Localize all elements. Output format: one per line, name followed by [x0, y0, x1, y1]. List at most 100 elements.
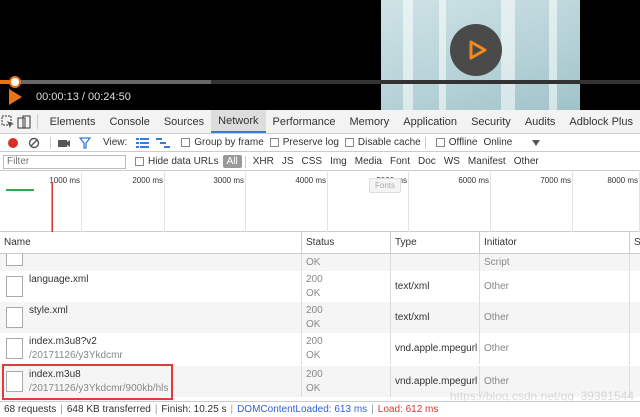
table-row[interactable]: language.xml 200 OK text/xml Other: [0, 271, 640, 302]
table-row[interactable]: style.xml 200 OK text/xml Other: [0, 302, 640, 333]
timeline-gridline: 4000 ms: [295, 172, 328, 232]
tab-performance[interactable]: Performance: [266, 110, 343, 133]
initiator-cell: Other: [479, 271, 629, 302]
network-toolbar: View: Group by frame Preserve log Disabl…: [0, 134, 640, 152]
device-toolbar-icon[interactable]: [16, 110, 32, 133]
file-icon: [6, 254, 23, 266]
chevron-down-icon[interactable]: [532, 139, 541, 146]
status-code: 200: [306, 305, 323, 316]
size-cell: [629, 302, 640, 333]
capture-screenshots-button[interactable]: [55, 135, 73, 151]
filter-type-ws[interactable]: WS: [440, 156, 464, 167]
tab-audits[interactable]: Audits: [518, 110, 563, 133]
type-text: text/xml: [395, 312, 430, 323]
filter-type-manifest[interactable]: Manifest: [464, 156, 510, 167]
type-cell: text/xml: [390, 271, 479, 302]
initiator-text: Other: [484, 281, 510, 292]
large-rows-button[interactable]: [133, 135, 151, 151]
size-cell: [629, 254, 640, 271]
status-text: OK: [306, 257, 321, 268]
name-cell: [0, 254, 301, 271]
column-header-name[interactable]: Name: [0, 232, 301, 254]
tab-console[interactable]: Console: [102, 110, 156, 133]
offline-checkbox[interactable]: Offline: [435, 137, 477, 148]
filter-type-xhr[interactable]: XHR: [249, 156, 278, 167]
dom-content-loaded-time: DOMContentLoaded: 613 ms: [237, 404, 368, 415]
clear-button[interactable]: [25, 135, 43, 151]
throttling-select[interactable]: Online: [483, 137, 512, 148]
big-play-button[interactable]: [450, 24, 502, 76]
seek-bar[interactable]: [0, 76, 640, 88]
column-header-type[interactable]: Type: [390, 232, 479, 254]
file-name: index.m3u8?v2: [29, 336, 97, 347]
table-row[interactable]: index.m3u8?v2/20171126/y3Ykdcmr 200 OK vn…: [0, 333, 640, 364]
filter-type-js[interactable]: JS: [278, 156, 298, 167]
preserve-log-checkbox[interactable]: Preserve log: [269, 137, 339, 148]
status-code: 200: [306, 336, 323, 347]
checkbox-box: [135, 157, 144, 166]
tab-network[interactable]: Network: [211, 110, 266, 133]
network-summary-bar: 68 requests | 648 KB transferred | Finis…: [0, 401, 640, 417]
filter-input[interactable]: [3, 154, 126, 169]
list-view-icon: [135, 138, 149, 148]
time-display: 00:00:13 / 00:24:50: [36, 91, 131, 103]
status-text: OK: [306, 319, 321, 330]
file-path: /20171126/y3Ykdcmr: [29, 350, 123, 361]
filter-type-css[interactable]: CSS: [298, 156, 327, 167]
play-button[interactable]: [6, 88, 24, 106]
type-text: vnd.apple.mpegurl: [395, 376, 478, 387]
file-name: language.xml: [29, 274, 89, 285]
seek-handle[interactable]: [8, 76, 21, 88]
load-marker: [52, 182, 53, 232]
checkbox-box: [269, 138, 279, 147]
hide-data-urls-checkbox[interactable]: Hide data URLs: [135, 156, 219, 167]
checkbox-label: Preserve log: [282, 137, 339, 148]
timeline-overview[interactable]: 1000 ms 2000 ms 3000 ms 4000 ms 5000 ms …: [0, 172, 640, 232]
fonts-tooltip: Fonts: [369, 178, 402, 193]
table-row[interactable]: OK x-shockwave-flash Script: [0, 254, 640, 271]
play-icon: [469, 40, 487, 60]
filter-type-doc[interactable]: Doc: [414, 156, 440, 167]
checkbox-label: Group by frame: [194, 137, 264, 148]
divider: [244, 155, 246, 168]
timeline-gridline: 3000 ms: [213, 172, 246, 232]
timeline-gridline: 7000 ms: [540, 172, 573, 232]
tab-elements[interactable]: Elements: [43, 110, 103, 133]
filter-type-all[interactable]: All: [222, 155, 242, 168]
record-button[interactable]: [4, 135, 22, 151]
disable-cache-checkbox[interactable]: Disable cache: [344, 137, 421, 148]
name-cell: index.m3u8?v2/20171126/y3Ykdcmr: [0, 333, 301, 364]
size-cell: [629, 333, 640, 364]
tab-security[interactable]: Security: [464, 110, 518, 133]
initiator-cell: Script: [479, 254, 629, 271]
column-header-status[interactable]: Status: [301, 232, 390, 254]
type-text: text/xml: [395, 281, 430, 292]
camera-icon: [58, 139, 70, 147]
video-player[interactable]: 00:00:13 / 00:24:50: [0, 0, 640, 110]
initiator-text: Other: [484, 312, 510, 323]
clear-icon: [28, 137, 40, 148]
tab-memory[interactable]: Memory: [343, 110, 397, 133]
group-by-frame-checkbox[interactable]: Group by frame: [181, 137, 264, 148]
status-text: OK: [306, 350, 321, 361]
overview-button[interactable]: [154, 135, 172, 151]
filter-type-font[interactable]: Font: [386, 156, 414, 167]
status-cell: 200 OK: [301, 302, 390, 333]
inspect-element-icon[interactable]: [0, 110, 16, 133]
filter-type-img[interactable]: Img: [326, 156, 351, 167]
status-code: 200: [306, 369, 323, 380]
tab-adblock-plus[interactable]: Adblock Plus: [562, 110, 640, 133]
buffer-bar: [14, 80, 212, 84]
transferred-size: 648 KB transferred: [66, 404, 151, 415]
column-header-initiator[interactable]: Initiator: [479, 232, 629, 254]
dcl-marker: [51, 182, 52, 232]
tab-application[interactable]: Application: [396, 110, 464, 133]
record-icon: [8, 137, 18, 148]
column-header-size[interactable]: Si: [629, 232, 640, 254]
initiator-text: Other: [484, 376, 510, 387]
filter-toggle-button[interactable]: [76, 135, 94, 151]
status-cell: 200 OK: [301, 333, 390, 364]
filter-type-media[interactable]: Media: [351, 156, 386, 167]
filter-type-other[interactable]: Other: [510, 156, 543, 167]
tab-sources[interactable]: Sources: [157, 110, 211, 133]
